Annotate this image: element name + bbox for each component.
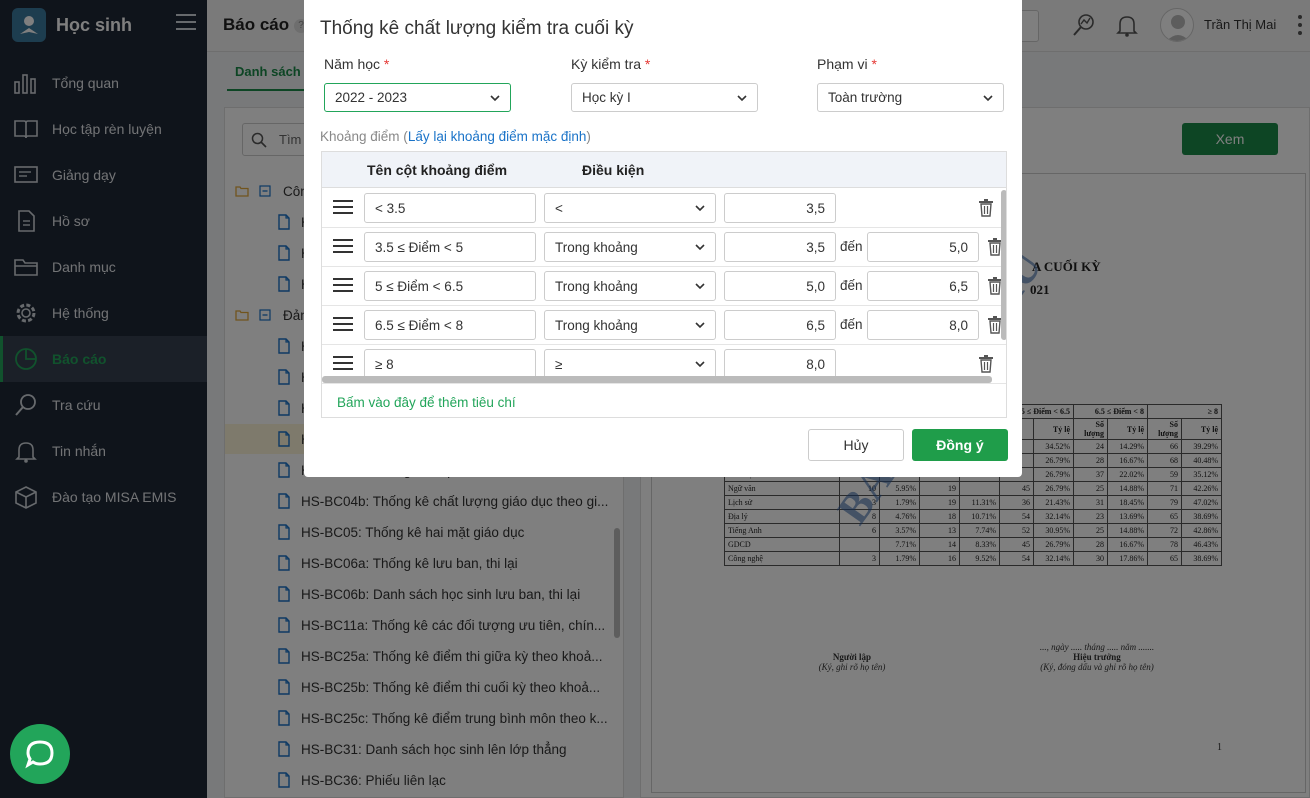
range-name-input[interactable]: < 3.5 [364,193,536,223]
chevron-down-icon [695,244,705,251]
chevron-down-icon [983,95,993,102]
reset-default-ranges-link[interactable]: Lấy lại khoảng điểm mặc định [408,129,587,144]
score-range-row: 5 ≤ Điểm < 6.5 Trong khoảng 5,0 đến 6,5 [322,267,1006,306]
chevron-down-icon [695,205,705,212]
chat-support-button[interactable] [10,724,70,784]
condition-value: < [555,200,563,216]
chevron-down-icon [695,322,705,329]
pham-vi-select[interactable]: Toàn trường [817,83,1004,112]
select-value: Học kỳ I [582,90,631,105]
range-from-input[interactable]: 8,0 [724,349,836,379]
delete-icon[interactable] [978,355,994,373]
grid-header: Tên cột khoảng điểm Điều kiện [322,152,1006,188]
chevron-down-icon [695,361,705,368]
range-to-value: 5,0 [949,239,968,255]
quality-statistics-dialog: Thống kê chất lượng kiểm tra cuối kỳ Năm… [304,0,1022,477]
range-to-input[interactable]: 8,0 [867,310,979,340]
range-name-input[interactable]: 3.5 ≤ Điểm < 5 [364,232,536,262]
drag-handle-icon[interactable] [333,278,353,292]
range-name-value: 6.5 ≤ Điểm < 8 [375,317,464,333]
range-to-value: 8,0 [949,317,968,333]
range-to-value: 6,5 [949,278,968,294]
drag-handle-icon[interactable] [333,356,353,370]
range-name-input[interactable]: 6.5 ≤ Điểm < 8 [364,310,536,340]
to-label: đến [840,317,863,332]
range-name-input[interactable]: 5 ≤ Điểm < 6.5 [364,271,536,301]
chevron-down-icon [737,95,747,102]
label-text: Năm học [324,56,381,72]
range-from-value: 5,0 [806,278,825,294]
score-range-grid: Tên cột khoảng điểm Điều kiện < 3.5 <3,5 3… [321,151,1007,418]
condition-select[interactable]: < [544,193,716,223]
cancel-button[interactable]: Hủy [808,429,904,461]
range-from-input[interactable]: 5,0 [724,271,836,301]
select-value: Toàn trường [828,90,903,105]
range-from-input[interactable]: 3,5 [724,193,836,223]
to-label: đến [840,239,863,254]
condition-value: Trong khoảng [555,317,638,333]
range-name-value: 3.5 ≤ Điểm < 5 [375,239,464,255]
range-from-input[interactable]: 3,5 [724,232,836,262]
score-range-row: < 3.5 <3,5 [322,189,1006,228]
range-name-value: 5 ≤ Điểm < 6.5 [375,278,464,294]
field-label-pham-vi: Phạm vi * [817,56,877,72]
score-range-label: Khoảng điểm (Lấy lại khoảng điểm mặc địn… [320,129,591,144]
condition-select[interactable]: ≥ [544,349,716,379]
range-name-value: < 3.5 [375,200,406,216]
grid-horizontal-scrollbar[interactable] [322,376,992,383]
range-from-value: 3,5 [806,200,825,216]
label-text: Phạm vi [817,56,868,72]
score-range-row: 6.5 ≤ Điểm < 8 Trong khoảng 6,5 đến 8,0 [322,306,1006,345]
required-mark: * [644,56,651,72]
label-text: Kỳ kiểm tra [571,56,642,72]
score-range-row: 3.5 ≤ Điểm < 5 Trong khoảng 3,5 đến 5,0 [322,228,1006,267]
range-from-value: 3,5 [806,239,825,255]
condition-value: Trong khoảng [555,239,638,255]
range-from-value: 6,5 [806,317,825,333]
drag-handle-icon[interactable] [333,317,353,331]
col-header-name: Tên cột khoảng điểm [367,162,508,178]
condition-select[interactable]: Trong khoảng [544,271,716,301]
drag-handle-icon[interactable] [333,239,353,253]
field-label-ky-kiem-tra: Kỳ kiểm tra * [571,56,650,72]
score-range-text: Khoảng điểm ( [320,129,408,144]
dialog-title: Thống kê chất lượng kiểm tra cuối kỳ [320,18,634,39]
range-to-input[interactable]: 6,5 [867,271,979,301]
select-value: 2022 - 2023 [335,90,408,105]
delete-icon[interactable] [978,199,994,217]
col-header-condition: Điều kiện [582,162,645,178]
condition-select[interactable]: Trong khoảng [544,310,716,340]
condition-value: Trong khoảng [555,278,638,294]
range-to-input[interactable]: 5,0 [867,232,979,262]
condition-value: ≥ [555,356,563,372]
nam-hoc-select[interactable]: 2022 - 2023 [324,83,511,112]
ky-kiem-tra-select[interactable]: Học kỳ I [571,83,758,112]
chevron-down-icon [490,95,500,102]
to-label: đến [840,278,863,293]
range-name-input[interactable]: ≥ 8 [364,349,536,379]
drag-handle-icon[interactable] [333,200,353,214]
field-label-nam-hoc: Năm học * [324,56,389,72]
range-from-value: 8,0 [806,356,825,372]
required-mark: * [383,56,390,72]
chevron-down-icon [695,283,705,290]
confirm-button[interactable]: Đồng ý [912,429,1008,461]
range-from-input[interactable]: 6,5 [724,310,836,340]
chat-bubble-icon [25,740,54,769]
score-range-close: ) [586,129,591,144]
range-name-value: ≥ 8 [375,356,394,372]
add-criteria-link[interactable]: Bấm vào đây để thêm tiêu chí [337,395,516,410]
grid-vertical-scrollbar[interactable] [1001,190,1006,340]
required-mark: * [871,56,877,72]
condition-select[interactable]: Trong khoảng [544,232,716,262]
